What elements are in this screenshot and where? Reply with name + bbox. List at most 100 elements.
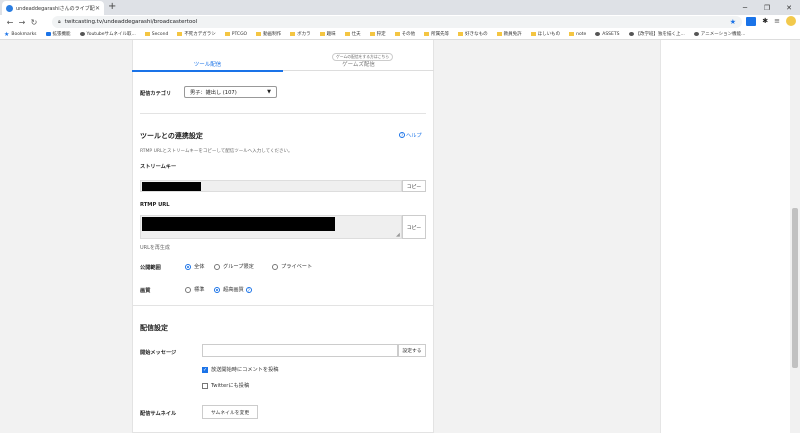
maximize-icon[interactable]: ❐ xyxy=(756,0,778,15)
folder-icon xyxy=(224,32,230,36)
bookmark-label: Second xyxy=(151,31,169,37)
change-thumbnail-button[interactable]: サムネイルを変更 xyxy=(202,405,258,419)
chevron-down-icon: ▼ xyxy=(267,89,271,95)
url-text: twitcasting.tv/undeaddegarashi/broadcast… xyxy=(64,19,198,25)
reload-icon[interactable]: ↻ xyxy=(28,18,40,27)
browser-window: undeaddegarashiさんのライブ配信 ✕ + ─ ❐ ✕ ← → ↻ … xyxy=(0,0,800,433)
bookmark-label: Youtubeサムネイル取... xyxy=(86,32,136,37)
divider xyxy=(132,305,434,306)
puzzle-icon[interactable]: ✱ xyxy=(762,17,768,25)
bookmark-item[interactable]: Youtubeサムネイル取... xyxy=(79,31,136,37)
bookmark-label: ほしいもの xyxy=(537,32,561,37)
bookmark-label: 【改学班】独を描く上... xyxy=(635,32,685,37)
tab-strip: undeaddegarashiさんのライブ配信 ✕ + ─ ❐ ✕ xyxy=(0,0,800,15)
bookmark-item[interactable]: 所属先等 xyxy=(424,31,449,37)
tab-tool-broadcast[interactable]: ツール配信 xyxy=(132,60,283,72)
radio-dot xyxy=(214,263,220,270)
bookmark-label: ボカラ xyxy=(297,32,311,37)
bookmark-label: アニメーション機能... xyxy=(700,32,746,37)
bookmark-label: 動画制作 xyxy=(263,32,282,37)
bookmark-item[interactable]: Second xyxy=(144,31,169,37)
window-controls: ─ ❐ ✕ xyxy=(734,0,800,15)
bookmark-item[interactable]: 趣味 xyxy=(319,31,336,37)
tool-settings-description: RTMP URLとストリームキーをコピーして配信ツールへ入力してください。 xyxy=(140,149,293,154)
resize-handle-icon[interactable]: ◢ xyxy=(396,232,400,238)
browser-toolbar: ← → ↻ 🔒︎ twitcasting.tv/undeaddegarashi/… xyxy=(0,15,800,29)
minimize-icon[interactable]: ─ xyxy=(734,0,756,15)
bookmark-item[interactable]: 【改学班】独を描く上... xyxy=(628,31,685,37)
menu-icon[interactable]: ≡ xyxy=(774,17,780,25)
star-icon: ★ xyxy=(4,30,10,38)
bookmark-item[interactable]: ほしいもの xyxy=(530,31,561,37)
post-twitter-checkbox[interactable]: Twitterにも投稿 xyxy=(202,382,249,389)
bookmark-item[interactable]: 拡張機能 xyxy=(45,31,71,37)
close-tab-icon[interactable]: ✕ xyxy=(95,5,100,12)
bookmark-item[interactable]: ★ Bookmarks xyxy=(4,31,37,38)
quality-radio-standard[interactable]: 標準 xyxy=(185,286,204,293)
category-select[interactable]: 男子：雑出し (107) ▼ xyxy=(184,86,277,98)
quality-radio-ultra[interactable]: 超高画質? xyxy=(214,286,253,293)
bookmark-star-icon[interactable]: ★ xyxy=(730,18,736,26)
help-icon: ? xyxy=(399,132,405,138)
bookmark-item[interactable]: note xyxy=(569,32,586,37)
copy-rtmp-button[interactable]: コピー xyxy=(402,215,426,239)
bookmark-item[interactable]: 仕夫 xyxy=(344,31,361,37)
close-window-icon[interactable]: ✕ xyxy=(778,0,800,15)
rtmp-url-redacted xyxy=(142,217,335,231)
copy-stream-key-button[interactable]: コピー xyxy=(402,180,426,192)
lock-icon: 🔒︎ xyxy=(58,19,61,25)
scrollbar[interactable] xyxy=(790,40,800,433)
folder-icon xyxy=(177,32,183,36)
profile-avatar[interactable] xyxy=(786,16,796,26)
regenerate-url-link[interactable]: URLを再生成 xyxy=(140,244,170,251)
bookmark-label: 狩定 xyxy=(376,32,386,37)
bookmark-label: 不死カデガラシ xyxy=(184,32,216,37)
globe-icon xyxy=(628,32,634,36)
help-link[interactable]: ? ヘルプ xyxy=(399,132,422,139)
category-value: 男子：雑出し (107) xyxy=(190,89,237,96)
new-tab-icon[interactable]: + xyxy=(108,1,116,13)
bookmark-item[interactable]: 不死カデガラシ xyxy=(177,31,216,37)
right-column xyxy=(660,40,790,433)
bookmark-item[interactable]: 好きなもの xyxy=(458,31,488,37)
radio-label: 全体 xyxy=(194,264,205,270)
visibility-radio-private[interactable]: プライベート xyxy=(272,263,312,270)
visibility-radio-all[interactable]: 全体 xyxy=(185,263,204,270)
bookmark-label: 拡張機能 xyxy=(52,32,71,37)
tab-game-broadcast[interactable]: ゲームズ配信 xyxy=(283,60,434,71)
folder-icon xyxy=(496,32,502,36)
help-icon[interactable]: ? xyxy=(245,286,252,293)
stream-key-redacted xyxy=(142,182,201,191)
bookmark-item[interactable]: 狩定 xyxy=(369,31,386,37)
browser-tab[interactable]: undeaddegarashiさんのライブ配信 ✕ xyxy=(2,1,104,15)
forward-icon[interactable]: → xyxy=(16,18,28,27)
bookmark-item[interactable]: アニメーション機能... xyxy=(693,31,746,37)
radio-dot xyxy=(185,286,191,293)
folder-icon xyxy=(144,32,150,36)
puzzle-icon xyxy=(45,32,51,36)
folder-icon xyxy=(344,32,350,36)
scrollbar-thumb[interactable] xyxy=(792,208,798,368)
bookmark-item[interactable]: その他 xyxy=(394,31,415,37)
bookmark-label: 教員免許 xyxy=(503,32,522,37)
bookmark-item[interactable]: 動画制作 xyxy=(256,31,281,37)
set-start-message-button[interactable]: 設定する xyxy=(398,344,426,357)
bookmark-item[interactable]: ボカラ xyxy=(290,31,311,37)
extension-icon[interactable] xyxy=(746,16,757,26)
post-comment-checkbox[interactable]: ✓ 放送開始時にコメントを投稿 xyxy=(202,366,278,373)
radio-dot xyxy=(185,263,191,270)
quality-label: 画質 xyxy=(140,288,151,294)
visibility-radio-group[interactable]: グループ限定 xyxy=(214,263,254,270)
divider xyxy=(140,113,426,114)
bookmark-item[interactable]: PTCGO xyxy=(224,32,247,37)
back-icon[interactable]: ← xyxy=(4,18,16,27)
start-message-input[interactable] xyxy=(202,344,398,357)
bookmark-item[interactable]: 教員免許 xyxy=(496,31,522,37)
mode-tabs: ゲームの配信をする方はこちら ツール配信 ゲームズ配信 xyxy=(132,52,434,72)
bookmark-item[interactable]: ASSETS xyxy=(595,32,620,37)
address-bar[interactable]: 🔒︎ twitcasting.tv/undeaddegarashi/broadc… xyxy=(52,16,742,28)
bookmark-label: 好きなもの xyxy=(465,32,488,37)
globe-icon xyxy=(595,32,601,36)
checkbox-box xyxy=(202,382,208,389)
radio-label: 超高画質 xyxy=(223,287,244,293)
